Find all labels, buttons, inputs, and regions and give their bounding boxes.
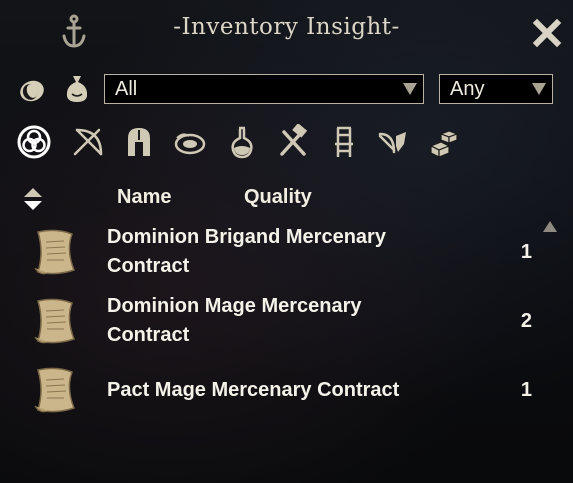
- item-name: Dominion Brigand Mercenary Contract: [107, 226, 386, 277]
- chevron-down-icon: [403, 83, 417, 95]
- bag-icon[interactable]: [64, 72, 90, 104]
- window-title: -Inventory Insight-: [173, 14, 400, 40]
- crafting-icon[interactable]: [276, 124, 310, 160]
- quality-column-header[interactable]: Quality: [244, 186, 312, 209]
- name-column-header[interactable]: Name: [117, 186, 171, 209]
- list-item[interactable]: Pact Mage Mercenary Contract 1: [0, 360, 540, 426]
- weapons-icon[interactable]: [71, 124, 105, 160]
- miscellaneous-icon[interactable]: [376, 124, 410, 160]
- item-type-selected: All: [115, 78, 138, 100]
- quality-dropdown[interactable]: Any: [439, 74, 553, 104]
- consumables-icon[interactable]: [173, 124, 207, 160]
- scroll-icon: [34, 229, 75, 275]
- sort-icon[interactable]: [22, 186, 44, 214]
- item-name: Pact Mage Mercenary Contract: [107, 378, 400, 401]
- armor-icon[interactable]: [122, 124, 156, 160]
- item-type-dropdown[interactable]: All: [104, 74, 424, 104]
- junk-icon[interactable]: [427, 124, 461, 160]
- scroll-up-arrow-icon[interactable]: [543, 221, 557, 232]
- potions-icon[interactable]: [225, 124, 259, 160]
- item-quantity: 1: [520, 378, 532, 401]
- item-quantity: 1: [520, 240, 532, 263]
- item-quantity: 2: [520, 309, 532, 332]
- close-icon[interactable]: [530, 16, 564, 50]
- list-item[interactable]: Dominion Mage Mercenary Contract 2: [0, 291, 540, 357]
- list-item[interactable]: Dominion Brigand Mercenary Contract 1: [0, 222, 540, 288]
- item-name: Dominion Mage Mercenary Contract: [107, 295, 362, 346]
- all-items-icon[interactable]: [17, 124, 51, 160]
- furniture-icon[interactable]: [327, 124, 361, 160]
- quality-selected: Any: [450, 78, 485, 100]
- scroll-icon: [34, 367, 75, 413]
- scroll-icon: [34, 298, 75, 344]
- coin-icon[interactable]: [18, 78, 46, 104]
- chevron-down-icon: [532, 83, 546, 95]
